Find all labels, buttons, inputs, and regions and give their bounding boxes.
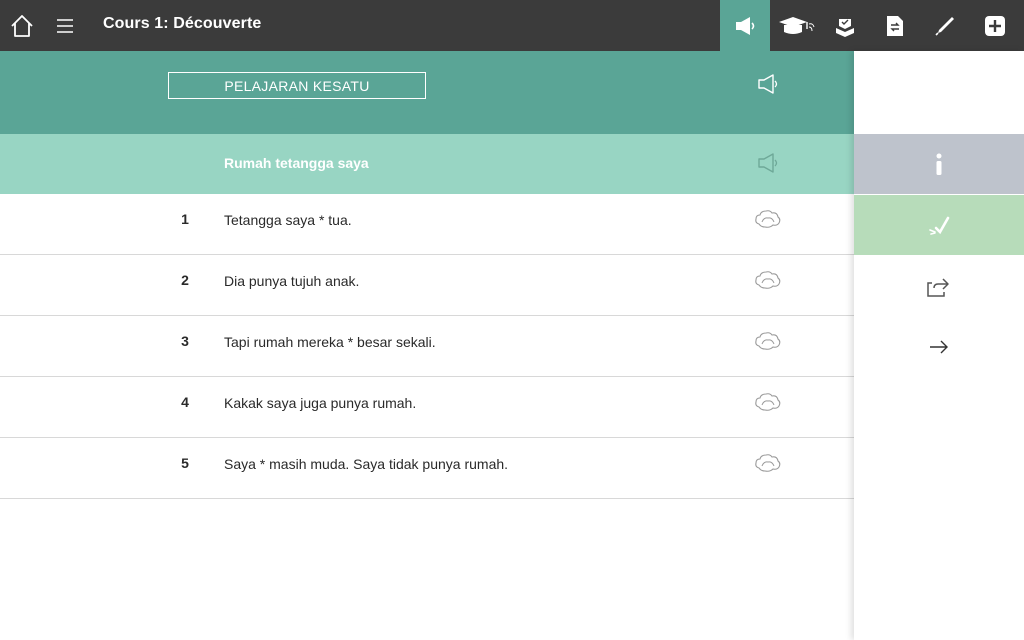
book-tool-button[interactable]: [820, 0, 870, 51]
hamburger-menu-icon: [57, 18, 73, 33]
speech-cloud-icon[interactable]: [754, 208, 782, 230]
app-title: Cours 1: Découverte: [103, 15, 262, 32]
sentence-row[interactable]: 5 Saya * masih muda. Saya tidak punya ru…: [0, 438, 854, 499]
menu-button[interactable]: [50, 0, 80, 51]
add-tool-button[interactable]: [970, 0, 1020, 51]
megaphone-icon: [736, 16, 755, 35]
sentence-text: Kakak saya juga punya rumah.: [224, 395, 417, 411]
sentence-number: 4: [181, 394, 189, 410]
side-panel: [854, 51, 1024, 640]
sentence-list: 1 Tetangga saya * tua. 2 Dia punya tujuh…: [0, 194, 854, 499]
sentence-number: 3: [181, 333, 189, 349]
speech-cloud-icon[interactable]: [754, 391, 782, 413]
megaphone-icon[interactable]: [756, 73, 780, 95]
sentence-text: Tetangga saya * tua.: [224, 212, 352, 228]
arrow-right-icon: [930, 340, 948, 354]
info-icon: [936, 153, 942, 175]
sentence-row[interactable]: 2 Dia punya tujuh anak.: [0, 255, 854, 316]
document-swap-icon: [887, 15, 903, 36]
audio-tool-button[interactable]: [720, 0, 770, 51]
sentence-row[interactable]: 1 Tetangga saya * tua.: [0, 194, 854, 255]
sentence-text: Dia punya tujuh anak.: [224, 273, 360, 289]
sentence-text: Tapi rumah mereka * besar sekali.: [224, 334, 436, 350]
graduation-cap-icon: [779, 16, 815, 34]
dialogue-title: Rumah tetangga saya: [224, 155, 369, 171]
top-bar: Cours 1: Découverte: [0, 0, 1024, 51]
pen-tool-button[interactable]: [920, 0, 970, 51]
sentence-number: 2: [181, 272, 189, 288]
megaphone-icon[interactable]: [756, 152, 780, 174]
home-icon: [11, 14, 33, 37]
lesson-tool-button[interactable]: [770, 0, 820, 51]
sentence-row[interactable]: 4 Kakak saya juga punya rumah.: [0, 377, 854, 438]
lesson-content: PELAJARAN KESATU Rumah tetangga saya 1 T…: [0, 51, 854, 640]
share-button[interactable]: [854, 257, 1024, 317]
plus-icon: [985, 15, 1005, 36]
share-icon: [927, 278, 949, 297]
sentence-text: Saya * masih muda. Saya tidak punya ruma…: [224, 456, 509, 472]
dialogue-title-bar: Rumah tetangga saya: [0, 134, 854, 194]
book-icon: [836, 18, 854, 37]
sentence-number: 1: [181, 211, 189, 227]
info-button[interactable]: [854, 134, 1024, 194]
speech-cloud-icon[interactable]: [754, 269, 782, 291]
home-button[interactable]: [4, 0, 40, 51]
sentence-number: 5: [181, 455, 189, 471]
pen-icon: [935, 16, 954, 36]
lesson-title: PELAJARAN KESATU: [168, 72, 426, 99]
speech-cloud-icon[interactable]: [754, 452, 782, 474]
sentence-row[interactable]: 3 Tapi rumah mereka * besar sekali.: [0, 316, 854, 377]
correct-button[interactable]: [854, 195, 1024, 255]
brush-check-icon: [929, 216, 950, 235]
next-button[interactable]: [854, 317, 1024, 377]
lesson-header: PELAJARAN KESATU: [0, 51, 854, 134]
speech-cloud-icon[interactable]: [754, 330, 782, 352]
document-tool-button[interactable]: [870, 0, 920, 51]
